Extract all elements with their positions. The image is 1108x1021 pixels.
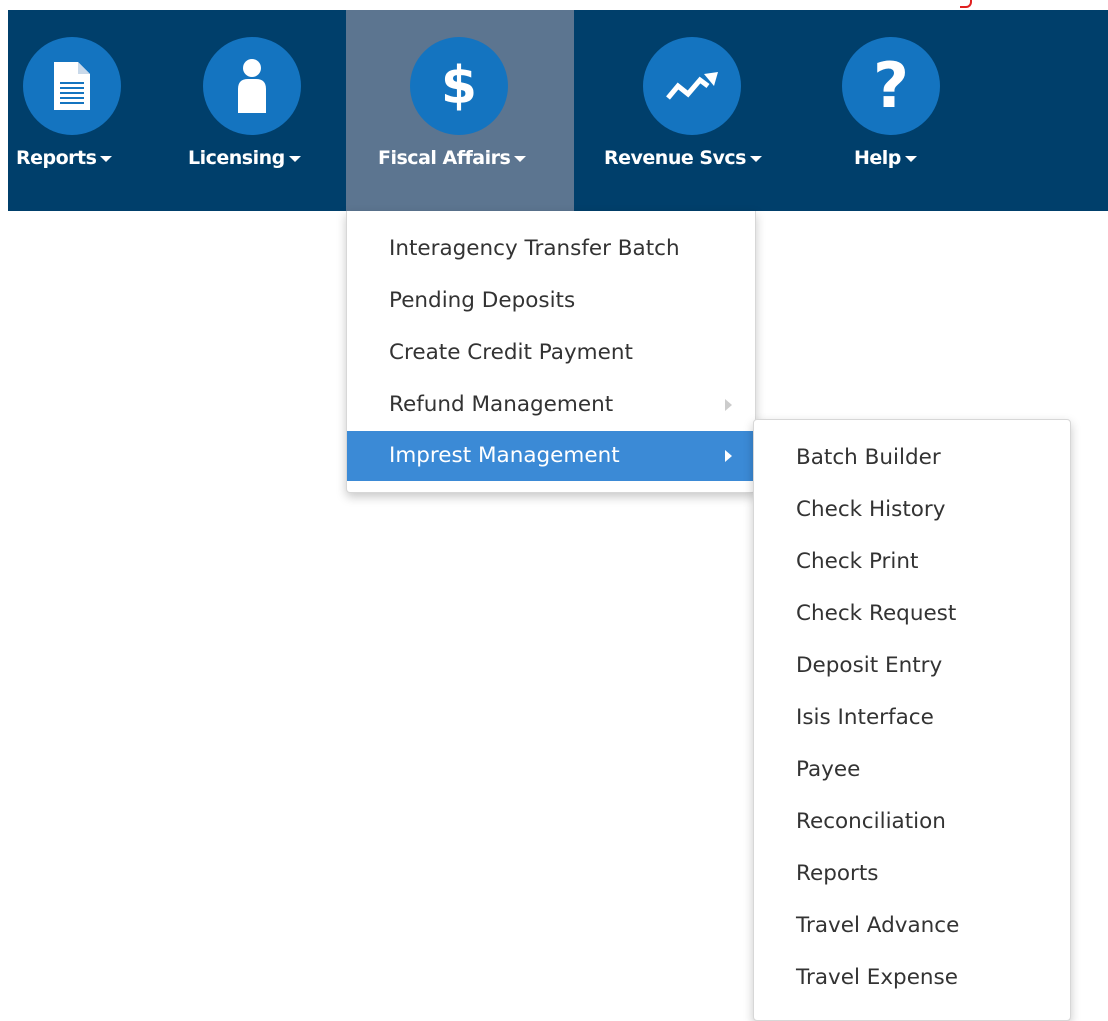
nav-item-fiscal-affairs[interactable]: $ Fiscal Affairs <box>346 10 574 211</box>
submenu-item-deposit-entry[interactable]: Deposit Entry <box>754 641 1070 691</box>
nav-item-revenue-svcs[interactable]: Revenue Svcs <box>598 10 798 211</box>
caret-down-icon <box>514 155 527 162</box>
nav-label-licensing: Licensing <box>188 147 301 169</box>
nav-item-licensing[interactable]: Licensing <box>183 10 328 211</box>
submenu-item-travel-advance[interactable]: Travel Advance <box>754 901 1070 951</box>
chevron-right-icon <box>725 450 732 462</box>
menu-item-pending-deposits[interactable]: Pending Deposits <box>347 276 755 326</box>
document-icon <box>23 37 121 135</box>
submenu-item-batch-builder[interactable]: Batch Builder <box>754 433 1070 483</box>
caret-down-icon <box>288 155 301 162</box>
submenu-item-payee[interactable]: Payee <box>754 745 1070 795</box>
trend-up-icon <box>643 37 741 135</box>
submenu-item-reconciliation[interactable]: Reconciliation <box>754 797 1070 847</box>
caret-down-icon <box>749 155 762 162</box>
nav-label-help: Help <box>854 147 917 169</box>
nav-label-fiscal-affairs: Fiscal Affairs <box>378 147 527 169</box>
caret-down-icon <box>904 155 917 162</box>
submenu-item-check-history[interactable]: Check History <box>754 485 1070 535</box>
chevron-right-icon <box>725 399 732 411</box>
menu-item-refund-management[interactable]: Refund Management <box>347 380 755 430</box>
help-icon: ? <box>842 37 940 135</box>
submenu-item-reports[interactable]: Reports <box>754 849 1070 899</box>
nav-label-revenue-svcs: Revenue Svcs <box>604 147 762 169</box>
fiscal-affairs-dropdown: Interagency Transfer Batch Pending Depos… <box>346 211 756 493</box>
menu-item-create-credit-payment[interactable]: Create Credit Payment <box>347 328 755 378</box>
top-navigation-bar: Reports Licensing $ Fiscal Affairs Reven… <box>8 10 1108 211</box>
nav-item-help[interactable]: ? Help <box>834 10 954 211</box>
submenu-item-travel-expense[interactable]: Travel Expense <box>754 953 1070 1003</box>
person-icon <box>203 37 301 135</box>
red-corner-mark <box>960 0 972 8</box>
caret-down-icon <box>100 155 113 162</box>
submenu-item-isis-interface[interactable]: Isis Interface <box>754 693 1070 743</box>
submenu-item-check-request[interactable]: Check Request <box>754 589 1070 639</box>
nav-label-reports: Reports <box>16 147 113 169</box>
imprest-management-submenu: Batch Builder Check History Check Print … <box>753 419 1071 1021</box>
nav-item-reports[interactable]: Reports <box>8 10 148 211</box>
menu-item-imprest-management[interactable]: Imprest Management <box>347 431 755 481</box>
menu-item-interagency-transfer-batch[interactable]: Interagency Transfer Batch <box>347 224 755 274</box>
dollar-icon: $ <box>410 37 508 135</box>
submenu-item-check-print[interactable]: Check Print <box>754 537 1070 587</box>
